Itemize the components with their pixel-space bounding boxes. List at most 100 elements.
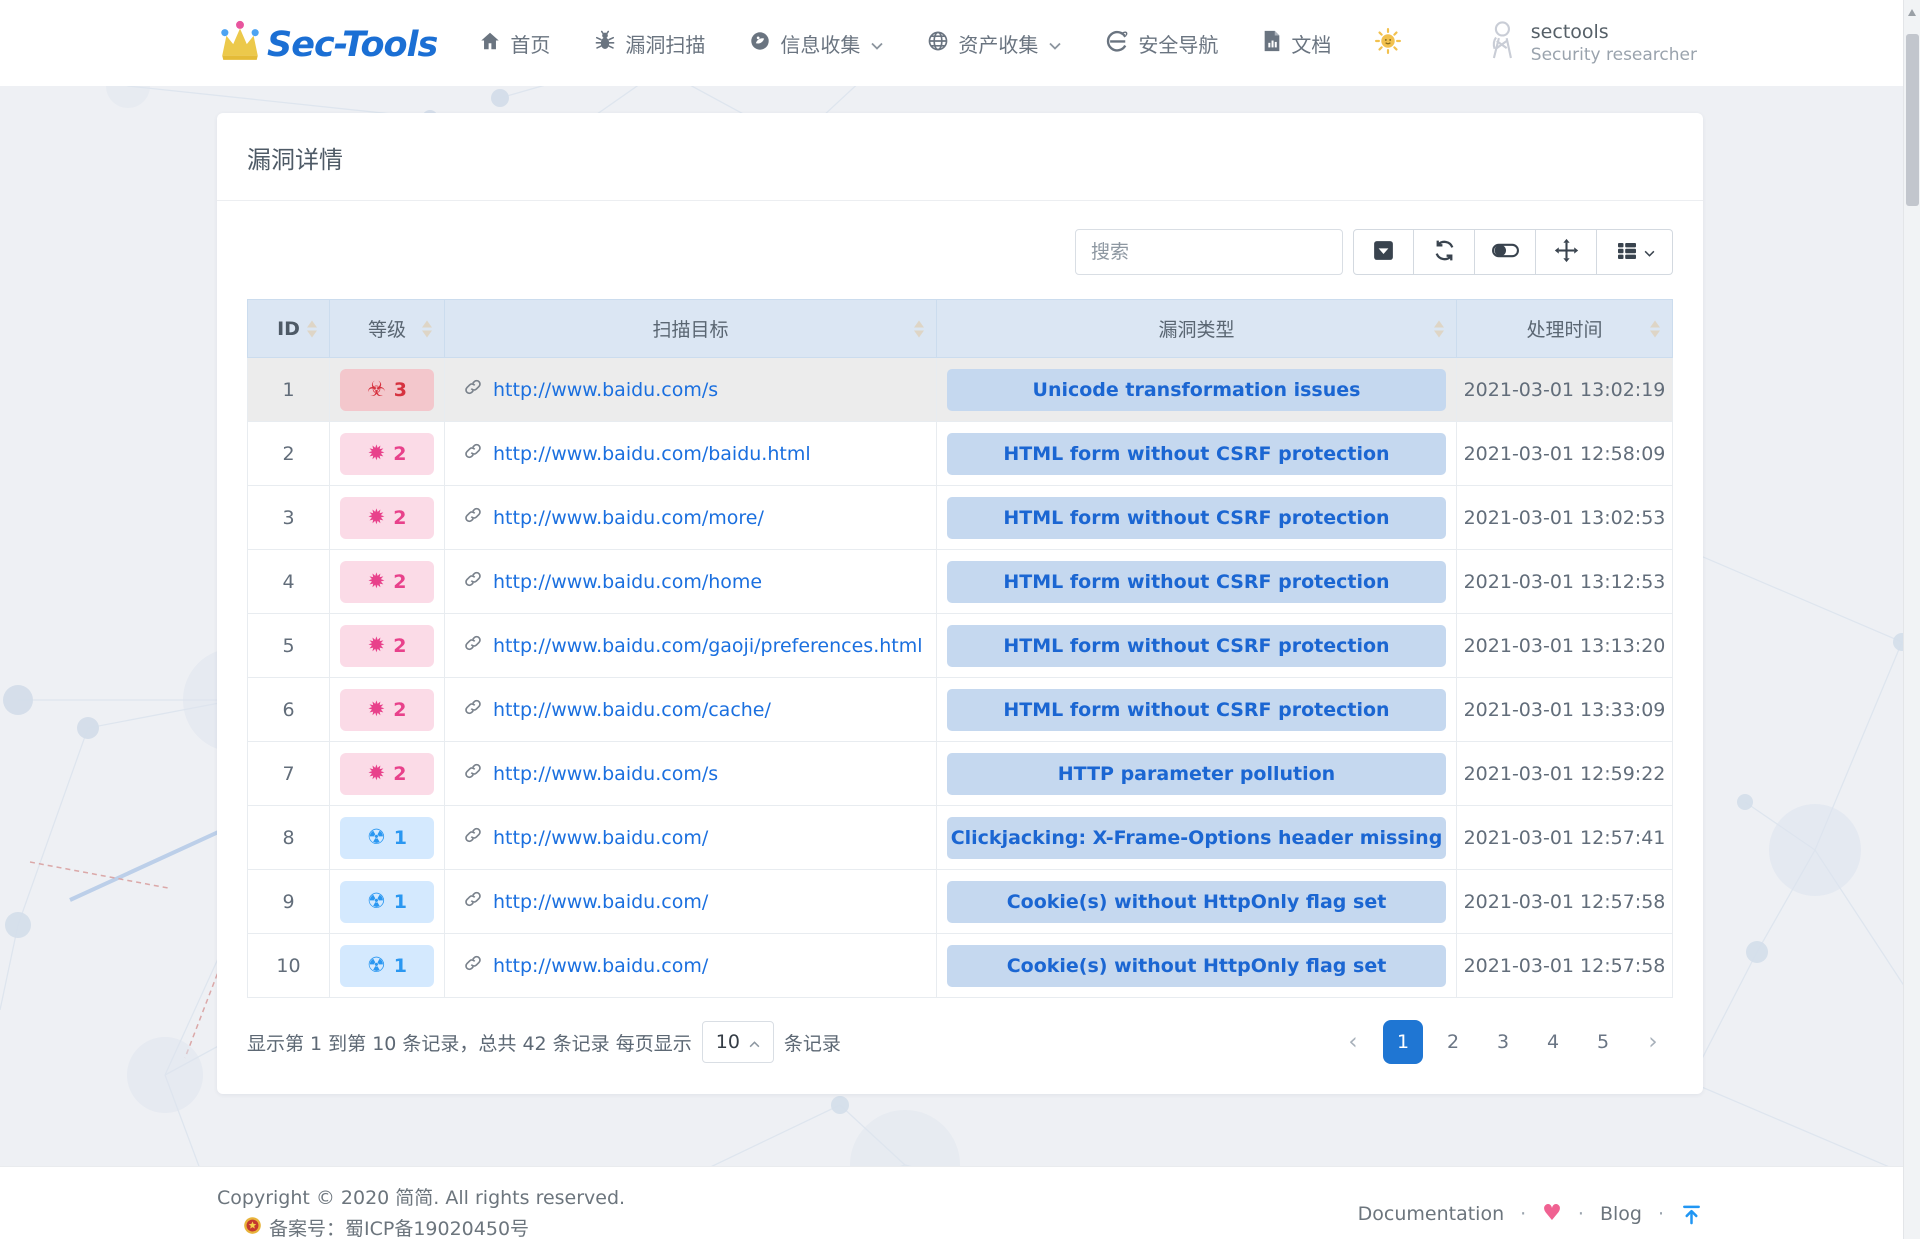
virus-icon: ✹ [368,635,386,656]
target-link[interactable]: http://www.baidu.com/ [463,889,708,914]
radioactive-icon: ☢ [367,891,386,912]
cell-time: 2021-03-01 12:58:09 [1457,422,1673,486]
link-icon [463,505,483,530]
cell-time: 2021-03-01 13:02:19 [1457,358,1673,422]
radioactive-icon: ☢ [367,827,386,848]
table-row[interactable]: 1 ☣ 3 http://www.baidu.com/s Unicode tra… [248,358,1673,422]
scrollbar-up-arrow-icon[interactable] [1908,9,1916,16]
toggle-view-button[interactable] [1475,229,1536,275]
level-badge: ☢ 1 [340,881,434,923]
nav-item-security-navigation[interactable]: 安全导航 [1105,29,1218,58]
page-number[interactable]: 4 [1533,1020,1573,1064]
target-link[interactable]: http://www.baidu.com/ [463,825,708,850]
search-input[interactable] [1075,229,1343,275]
home-icon [479,30,501,57]
globe-icon [927,30,949,57]
link-icon [463,761,483,786]
table-row[interactable]: 10 ☢ 1 http://www.baidu.com/ Cookie(s) w… [248,934,1673,998]
cell-id: 5 [248,614,330,678]
table-row[interactable]: 2 ✹ 2 http://www.baidu.com/baidu.html HT… [248,422,1673,486]
link-icon [463,889,483,914]
vuln-type-pill[interactable]: HTTP parameter pollution [947,753,1446,795]
scroll-to-top-button[interactable] [1680,1203,1703,1226]
vuln-type-pill[interactable]: Unicode transformation issues [947,369,1446,411]
sort-arrows-icon [307,320,317,337]
column-header-vuln-type[interactable]: 漏洞类型 [937,300,1457,358]
column-header-id[interactable]: ID [248,300,330,358]
vuln-type-pill[interactable]: Cookie(s) without HttpOnly flag set [947,881,1446,923]
target-link[interactable]: http://www.baidu.com/s [463,761,718,786]
pagination-info: 显示第 1 到第 10 条记录，总共 42 条记录 每页显示 10 条记录 [247,1021,841,1063]
table-row[interactable]: 3 ✹ 2 http://www.baidu.com/more/ HTML fo… [248,486,1673,550]
target-link[interactable]: http://www.baidu.com/gaoji/preferences.h… [463,633,923,658]
nav-item-info-gathering[interactable]: 信息收集 [749,29,883,58]
vuln-type-pill[interactable]: HTML form without CSRF protection [947,689,1446,731]
target-link[interactable]: http://www.baidu.com/cache/ [463,697,771,722]
target-link[interactable]: http://www.baidu.com/s [463,377,718,402]
page-number[interactable]: 5 [1583,1020,1623,1064]
vuln-type-pill[interactable]: Cookie(s) without HttpOnly flag set [947,945,1446,987]
sort-arrows-icon [914,320,924,337]
target-link[interactable]: http://www.baidu.com/more/ [463,505,764,530]
columns-button[interactable] [1597,229,1673,275]
vuln-type-pill[interactable]: HTML form without CSRF protection [947,433,1446,475]
table-row[interactable]: 7 ✹ 2 http://www.baidu.com/s HTTP parame… [248,742,1673,806]
pagination-switch-button[interactable] [1353,229,1414,275]
level-badge: ☢ 1 [340,817,434,859]
explorer-e-icon [1105,30,1129,57]
target-link[interactable]: http://www.baidu.com/ [463,953,708,978]
target-link[interactable]: http://www.baidu.com/baidu.html [463,441,811,466]
table-row[interactable]: 4 ✹ 2 http://www.baidu.com/home HTML for… [248,550,1673,614]
scrollbar-thumb[interactable] [1906,34,1919,206]
link-icon [463,569,483,594]
cell-id: 7 [248,742,330,806]
cell-time: 2021-03-01 12:57:41 [1457,806,1673,870]
vuln-table: ID 等级 扫描目标 漏洞类型 [247,299,1673,998]
bug-icon [594,30,616,57]
user-menu[interactable]: sectools Security researcher [1484,19,1703,67]
icp-number[interactable]: 备案号：蜀ICP备19020450号 [269,1214,529,1239]
level-badge: ✹ 2 [340,689,434,731]
documentation-link[interactable]: Documentation [1358,1203,1504,1225]
nav-item-asset-gathering[interactable]: 资产收集 [927,29,1061,58]
cell-time: 2021-03-01 12:57:58 [1457,870,1673,934]
theme-toggle[interactable] [1375,28,1401,59]
page-next[interactable]: › [1633,1020,1673,1064]
arrows-move-icon [1554,238,1579,266]
vuln-detail-card: 漏洞详情 [217,113,1703,1094]
page-footer: Copyright © 2020 简简. All rights reserved… [0,1166,1920,1239]
target-link[interactable]: http://www.baidu.com/home [463,569,762,594]
table-row[interactable]: 9 ☢ 1 http://www.baidu.com/ Cookie(s) wi… [248,870,1673,934]
nav-item-home[interactable]: 首页 [479,29,550,58]
sort-arrows-icon [422,320,432,337]
cell-id: 1 [248,358,330,422]
refresh-icon [1432,238,1457,266]
column-header-level[interactable]: 等级 [330,300,445,358]
column-header-target[interactable]: 扫描目标 [445,300,937,358]
page-number[interactable]: 2 [1433,1020,1473,1064]
refresh-button[interactable] [1414,229,1475,275]
table-row[interactable]: 5 ✹ 2 http://www.baidu.com/gaoji/prefere… [248,614,1673,678]
main-menu: 首页 漏洞扫描 [479,28,1401,59]
page-size-select[interactable]: 10 [702,1021,774,1063]
column-header-time[interactable]: 处理时间 [1457,300,1673,358]
nav-item-docs[interactable]: 文档 [1262,29,1331,58]
nav-item-vuln-scan[interactable]: 漏洞扫描 [594,29,705,58]
table-row[interactable]: 6 ✹ 2 http://www.baidu.com/cache/ HTML f… [248,678,1673,742]
page-title: 漏洞详情 [247,140,1673,175]
page-number[interactable]: 3 [1483,1020,1523,1064]
blog-link[interactable]: Blog [1600,1203,1642,1225]
table-row[interactable]: 8 ☢ 1 http://www.baidu.com/ Clickjacking… [248,806,1673,870]
page-scrollbar[interactable] [1903,0,1920,1239]
vuln-type-pill[interactable]: Clickjacking: X-Frame-Options header mis… [947,817,1446,859]
fullscreen-button[interactable] [1536,229,1597,275]
cell-id: 9 [248,870,330,934]
brand-logo[interactable]: Sec-Tools [217,20,437,66]
vuln-type-pill[interactable]: HTML form without CSRF protection [947,561,1446,603]
page-prev[interactable]: ‹ [1333,1020,1373,1064]
vuln-type-pill[interactable]: HTML form without CSRF protection [947,625,1446,667]
level-badge: ✹ 2 [340,433,434,475]
vuln-type-pill[interactable]: HTML form without CSRF protection [947,497,1446,539]
police-badge-icon [243,1214,262,1239]
page-number[interactable]: 1 [1383,1020,1423,1064]
